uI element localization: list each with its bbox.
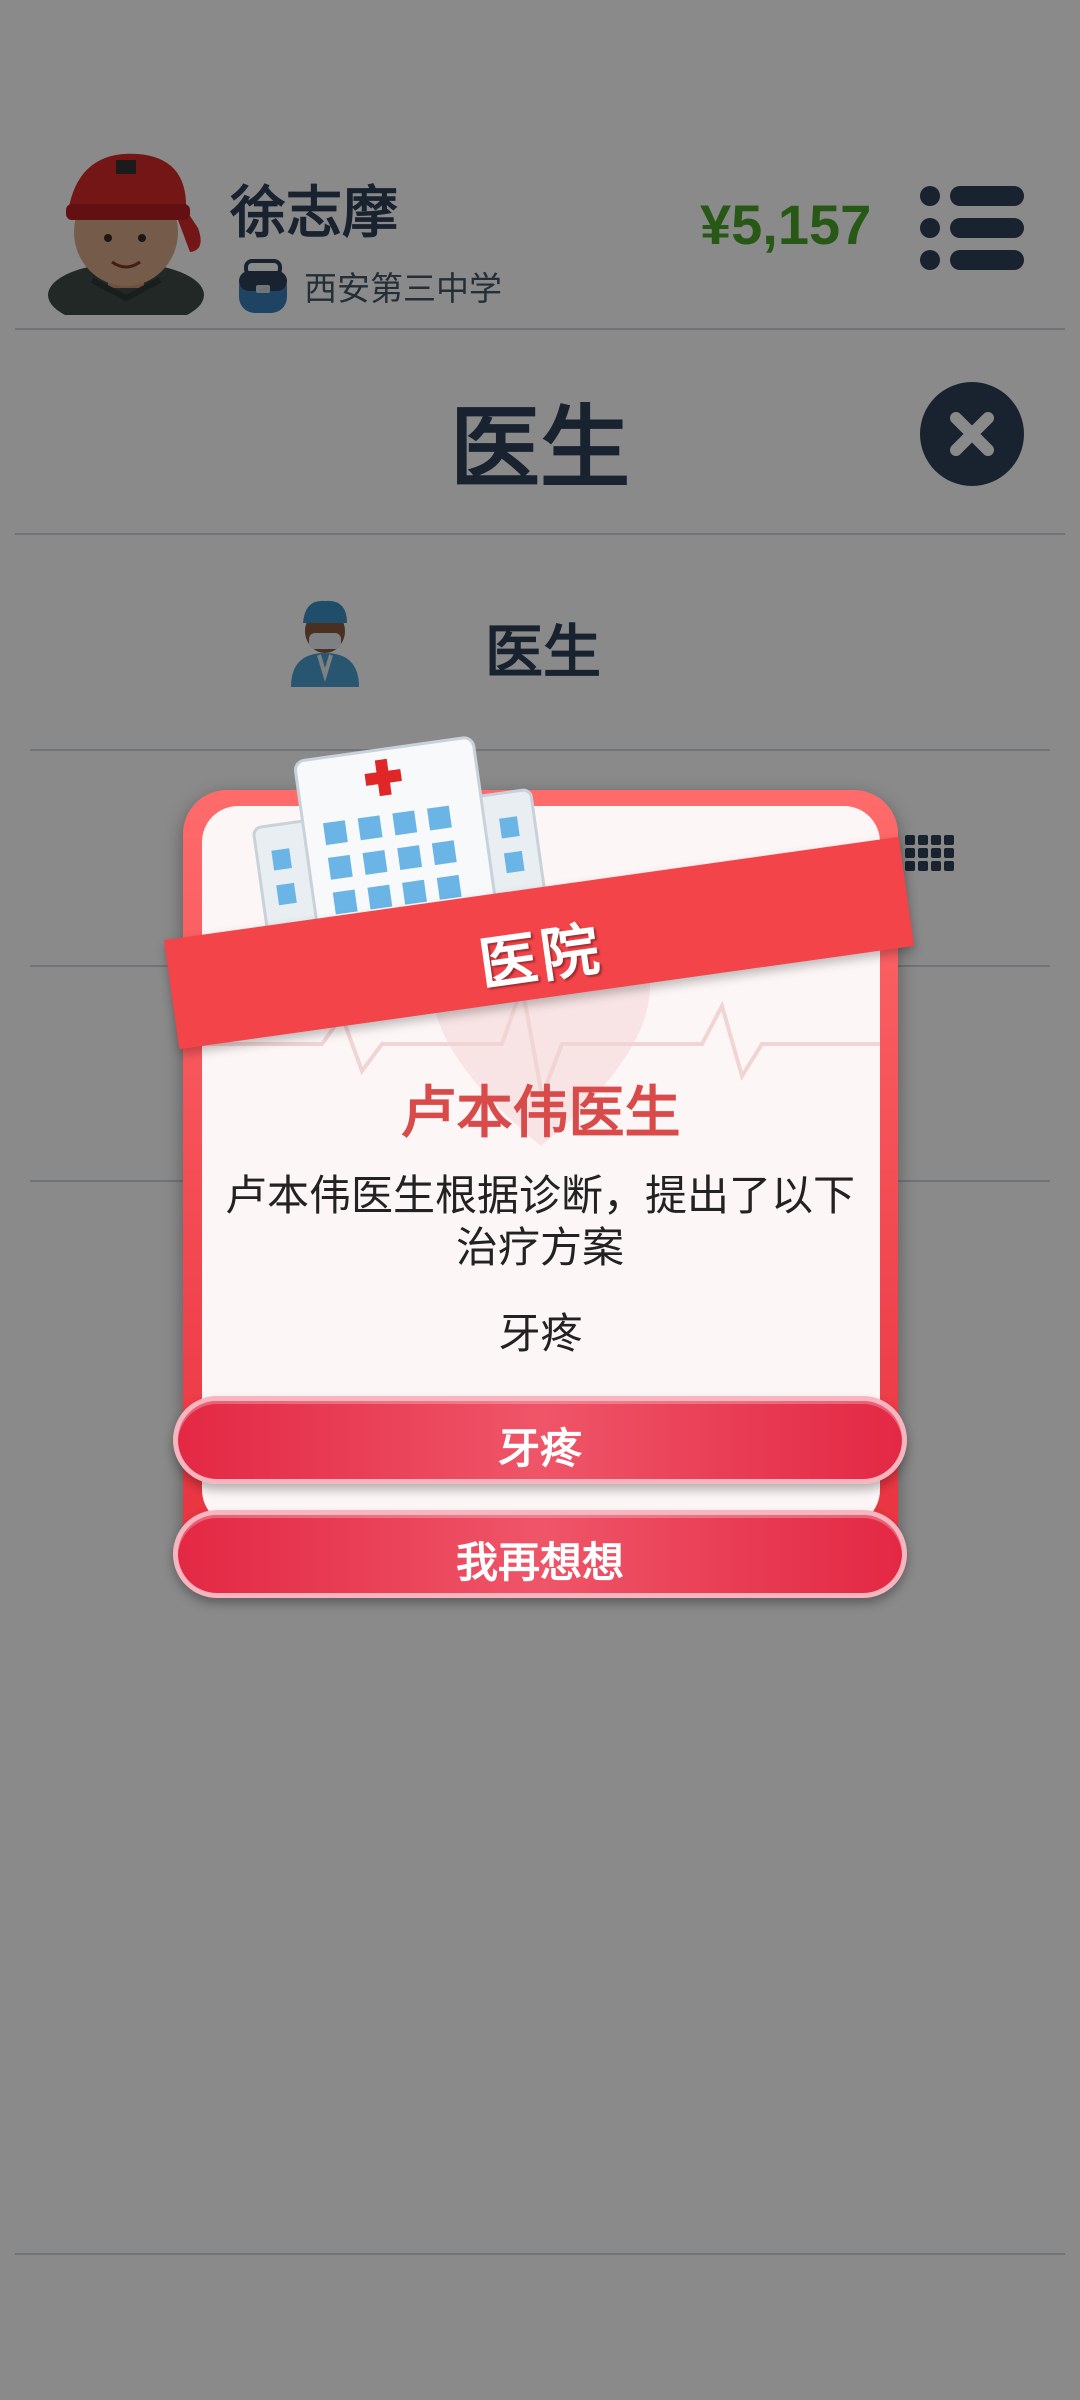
reconsider-button-label: 我再想想 [455, 1538, 624, 1587]
treatment-button[interactable]: 牙疼 [173, 1396, 907, 1484]
dialog-message: 卢本伟医生根据诊断，提出了以下治疗方案 [224, 1171, 855, 1272]
reconsider-button[interactable]: 我再想想 [173, 1510, 907, 1598]
treatment-button-label: 牙疼 [497, 1424, 582, 1473]
doctor-name: 卢本伟医生 [400, 1081, 681, 1146]
diagnosis-condition: 牙疼 [498, 1309, 583, 1358]
